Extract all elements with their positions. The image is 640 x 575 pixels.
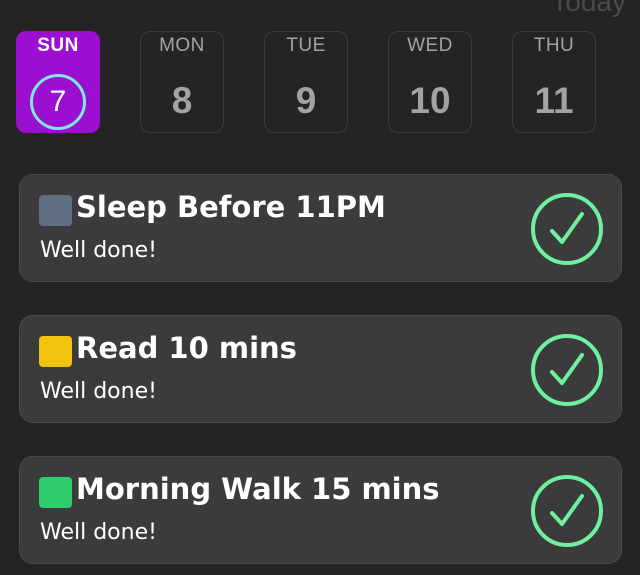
day-tue[interactable]: TUE 9 <box>264 31 348 133</box>
check-circle-icon[interactable] <box>530 474 604 548</box>
day-number: 10 <box>409 80 451 121</box>
habit-title: Sleep Before 11PM <box>76 190 386 224</box>
habit-color-swatch <box>39 477 72 508</box>
habit-status: Well done! <box>40 520 157 545</box>
day-number: 8 <box>171 80 193 121</box>
habit-title: Read 10 mins <box>76 331 297 365</box>
habit-card-read[interactable]: Read 10 mins Well done! <box>19 315 622 423</box>
habit-title: Morning Walk 15 mins <box>76 472 440 506</box>
habit-color-swatch <box>39 195 72 226</box>
day-of-week-label: MON <box>159 35 205 56</box>
habit-status: Well done! <box>40 379 157 404</box>
day-strip: SUN 7 MON 8 TUE 9 WED 10 THU 11 <box>0 31 640 135</box>
day-thu[interactable]: THU 11 <box>512 31 596 133</box>
day-number: 9 <box>295 80 317 121</box>
habit-status: Well done! <box>40 238 157 263</box>
check-circle-icon[interactable] <box>530 192 604 266</box>
day-of-week-label: TUE <box>286 35 326 56</box>
day-number: 11 <box>534 80 574 121</box>
habit-card-walk[interactable]: Morning Walk 15 mins Well done! <box>19 456 622 564</box>
day-of-week-label: THU <box>533 35 575 56</box>
check-circle-icon[interactable] <box>530 333 604 407</box>
today-date-ring: 7 <box>30 74 86 130</box>
habit-card-sleep[interactable]: Sleep Before 11PM Well done! <box>19 174 622 282</box>
day-of-week-label: SUN <box>37 35 79 56</box>
habit-color-swatch <box>39 336 72 367</box>
day-of-week-label: WED <box>407 35 453 56</box>
day-sun[interactable]: SUN 7 <box>16 31 100 133</box>
today-button[interactable]: Today <box>551 0 626 18</box>
day-wed[interactable]: WED 10 <box>388 31 472 133</box>
habit-tracker-screen: Today SUN 7 MON 8 TUE 9 WED 10 THU 11 Sl… <box>0 0 640 575</box>
day-mon[interactable]: MON 8 <box>140 31 224 133</box>
